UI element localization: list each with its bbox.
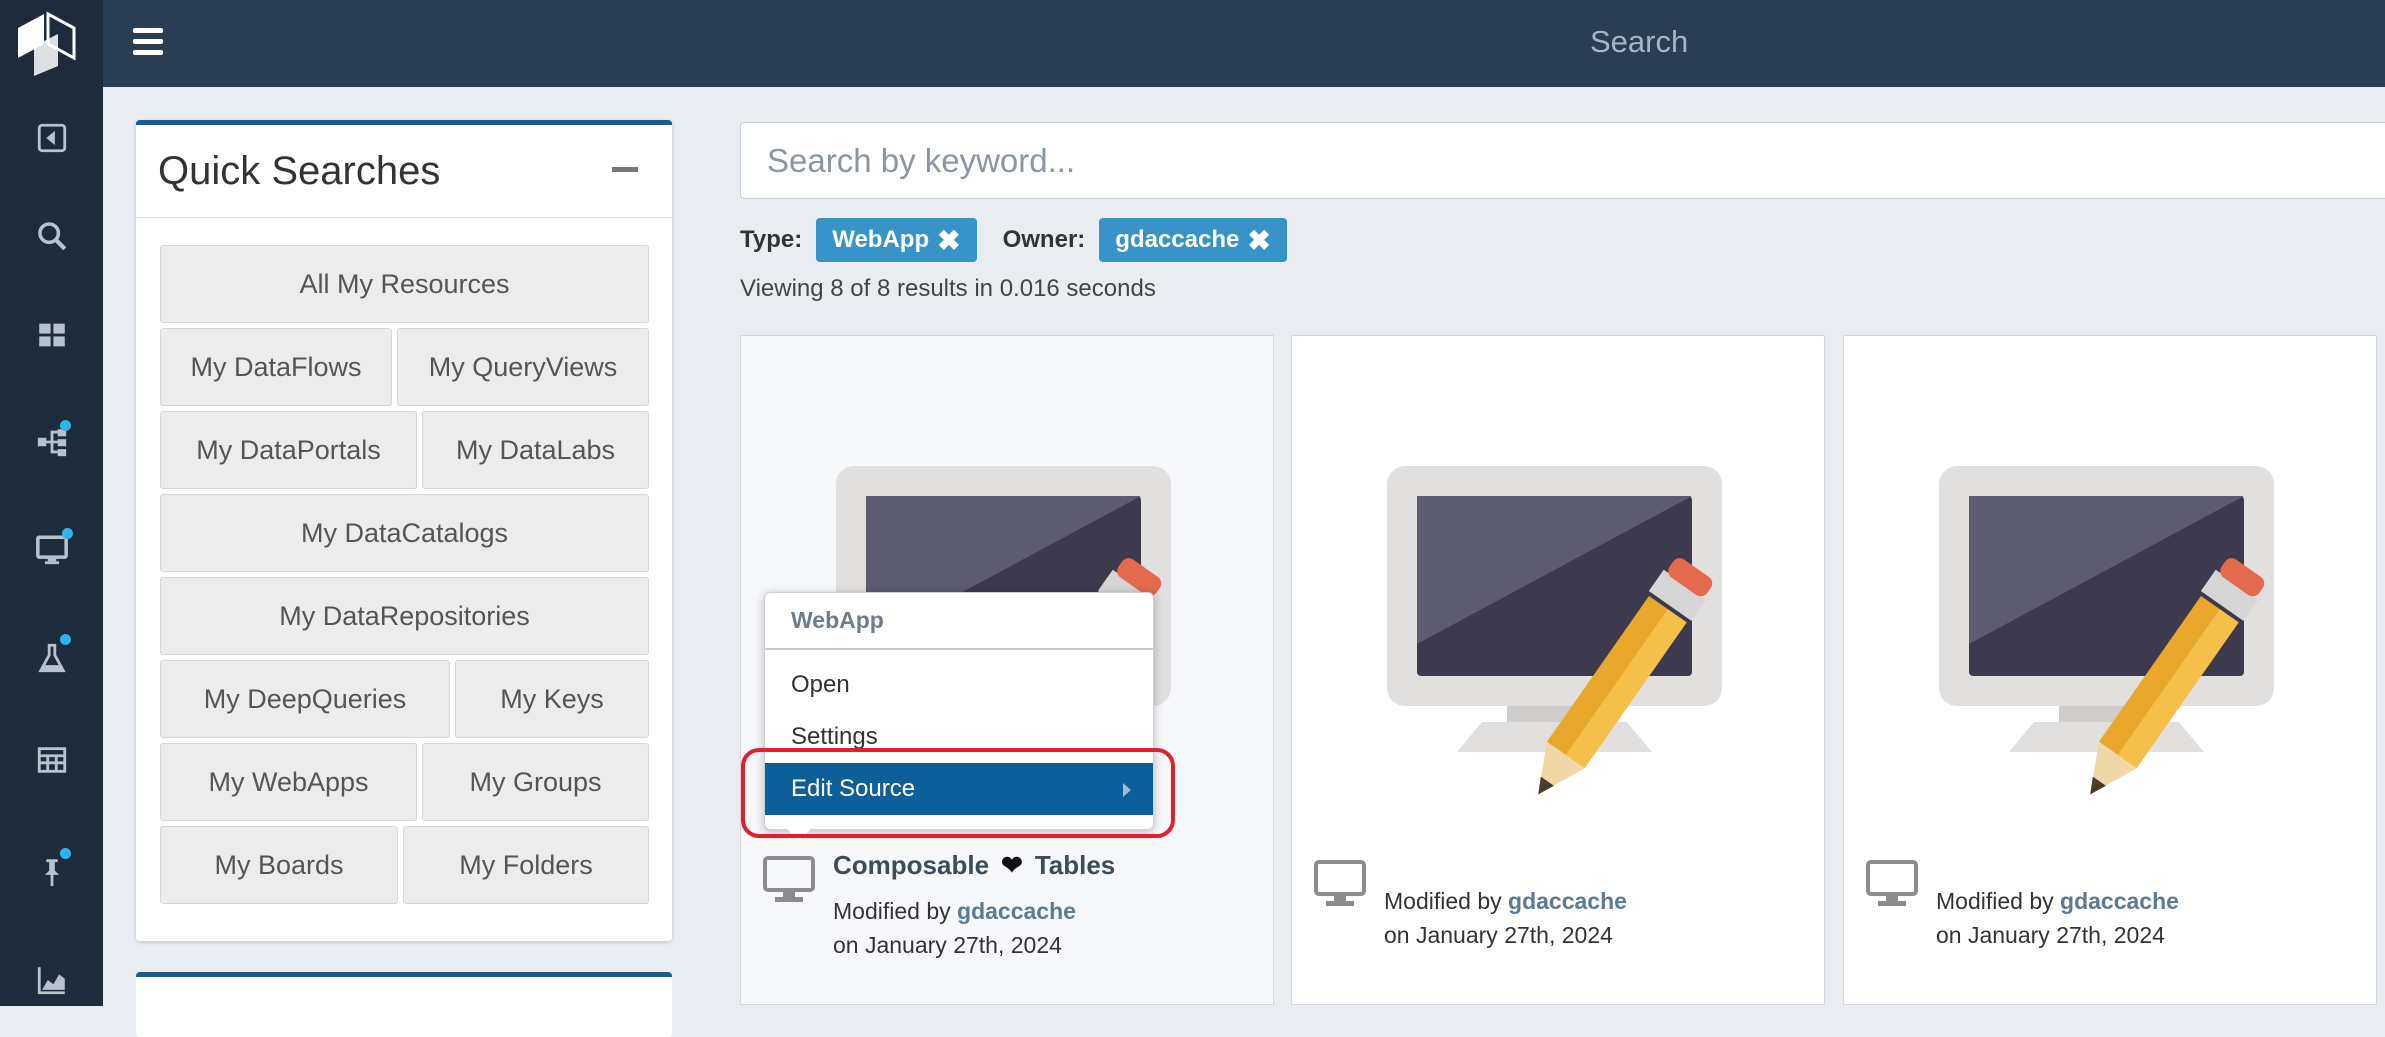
- owner-filter-value: gdaccache: [1115, 226, 1240, 253]
- menu-pointer: [787, 829, 811, 841]
- menu-item-settings[interactable]: Settings: [791, 723, 878, 749]
- quick-search-my-groups[interactable]: My Groups: [422, 743, 649, 821]
- webapp-thumbnail: [1387, 466, 1722, 806]
- webapp-icon: [763, 856, 815, 904]
- quick-search-my-datacatalogs[interactable]: My DataCatalogs: [160, 494, 649, 572]
- result-card[interactable]: Modified by gdaccache on January 27th, 2…: [1291, 335, 1825, 1005]
- quick-search-my-dataflows[interactable]: My DataFlows: [160, 328, 392, 406]
- owner-link[interactable]: gdaccache: [1508, 888, 1627, 914]
- dataflow-icon[interactable]: [0, 412, 103, 472]
- owner-link[interactable]: gdaccache: [957, 898, 1076, 924]
- menu-item-edit-source-label: Edit Source: [791, 775, 916, 802]
- menu-item-open[interactable]: Open: [791, 671, 850, 699]
- dashboard-icon[interactable]: [0, 305, 103, 365]
- result-card[interactable]: Modified by gdaccache on January 27th, 2…: [1843, 335, 2377, 1005]
- hamburger-menu-icon[interactable]: [133, 28, 163, 55]
- type-filter-tag: WebApp ✖: [816, 218, 977, 262]
- heart-icon: ❤: [1001, 850, 1023, 880]
- webapp-icon: [1314, 860, 1366, 908]
- quick-search-my-dataportals[interactable]: My DataPortals: [160, 411, 417, 489]
- flask-icon[interactable]: [0, 628, 103, 688]
- search-input[interactable]: Search by keyword...: [740, 122, 2385, 199]
- results-summary: Viewing 8 of 8 results in 0.016 seconds: [740, 275, 1156, 302]
- collapse-minus-icon[interactable]: [612, 167, 638, 172]
- modified-date: on January 27th, 2024: [1936, 922, 2165, 948]
- card-meta: Modified by gdaccache on January 27th, 2…: [1384, 884, 1627, 952]
- top-bar: Search: [103, 0, 2385, 87]
- notification-dot: [60, 634, 71, 645]
- modified-by-label: Modified by: [1936, 888, 2054, 914]
- notification-dot: [62, 528, 73, 539]
- quick-search-my-keys[interactable]: My Keys: [455, 660, 649, 738]
- submenu-arrow-icon: [1123, 783, 1131, 797]
- menu-item-edit-source[interactable]: Edit Source: [765, 763, 1153, 815]
- search-icon[interactable]: [0, 206, 103, 266]
- webapp-icon: [1866, 860, 1918, 908]
- modified-date: on January 27th, 2024: [1384, 922, 1613, 948]
- context-menu-header: WebApp: [791, 607, 884, 633]
- card-meta: Modified by gdaccache on January 27th, 2…: [833, 894, 1076, 962]
- card-title[interactable]: Composable ❤ Tables: [833, 850, 1115, 881]
- webapp-thumbnail: [1939, 466, 2274, 806]
- remove-owner-filter-icon[interactable]: ✖: [1247, 224, 1270, 257]
- card-title-part: Tables: [1034, 850, 1116, 880]
- quick-search-my-datalabs[interactable]: My DataLabs: [422, 411, 649, 489]
- table-icon[interactable]: [0, 730, 103, 790]
- type-filter-value: WebApp: [832, 226, 930, 253]
- quick-search-my-boards[interactable]: My Boards: [160, 826, 398, 904]
- card-title-part: Composable: [833, 850, 990, 880]
- quick-search-my-queryviews[interactable]: My QueryViews: [397, 328, 649, 406]
- menu-divider: [765, 648, 1153, 650]
- modified-by-label: Modified by: [833, 898, 951, 924]
- quick-search-my-deepqueries[interactable]: My DeepQueries: [160, 660, 450, 738]
- chart-icon[interactable]: [0, 950, 103, 1010]
- quick-searches-title: Quick Searches: [158, 149, 441, 193]
- left-nav-rail: [0, 0, 103, 1006]
- collapse-icon[interactable]: [0, 108, 103, 168]
- owner-filter-tag: gdaccache ✖: [1099, 218, 1287, 262]
- context-menu: WebApp Open Settings Edit Source: [764, 592, 1154, 841]
- logo-icon[interactable]: [14, 6, 78, 76]
- quick-search-my-webapps[interactable]: My WebApps: [160, 743, 417, 821]
- quick-search-grid: All My Resources My DataFlows My QueryVie…: [160, 245, 649, 909]
- pin-icon[interactable]: [0, 842, 103, 902]
- modified-date: on January 27th, 2024: [833, 932, 1062, 958]
- quick-search-my-folders[interactable]: My Folders: [403, 826, 649, 904]
- notification-dot: [60, 420, 71, 431]
- monitor-icon[interactable]: [0, 520, 103, 580]
- type-filter-label: Type:: [740, 226, 803, 253]
- page-title: Search: [1590, 24, 1689, 59]
- modified-by-label: Modified by: [1384, 888, 1502, 914]
- quick-searches-header: Quick Searches: [136, 125, 672, 218]
- owner-filter-label: Owner:: [1002, 226, 1086, 253]
- card-meta: Modified by gdaccache on January 27th, 2…: [1936, 884, 2179, 952]
- active-filters: Type: WebApp ✖ Owner: gdaccache ✖: [740, 218, 1313, 262]
- notification-dot: [60, 848, 71, 859]
- secondary-panel: [136, 972, 672, 1037]
- owner-link[interactable]: gdaccache: [2060, 888, 2179, 914]
- quick-search-all-my-resources[interactable]: All My Resources: [160, 245, 649, 323]
- remove-type-filter-icon[interactable]: ✖: [937, 224, 960, 257]
- quick-searches-panel: Quick Searches All My Resources My DataF…: [136, 120, 672, 941]
- quick-search-my-datarepositories[interactable]: My DataRepositories: [160, 577, 649, 655]
